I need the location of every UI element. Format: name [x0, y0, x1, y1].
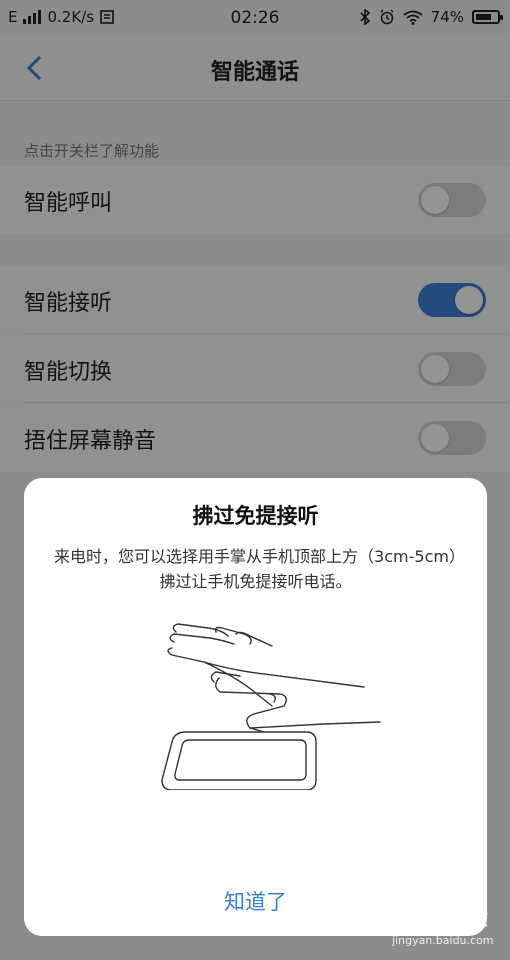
- watermark-logo: Bai 经验: [392, 906, 489, 931]
- watermark-url: jingyan.baidu.com: [392, 934, 494, 947]
- watermark: Bai 经验 jingyan.baidu.com: [392, 900, 502, 950]
- gesture-dialog: 拂过免提接听 来电时，您可以选择用手掌从手机顶部上方（3cm-5cm）拂过让手机…: [24, 478, 487, 936]
- settings-screen: E 0.2K/s 02:26 74% 智能通话 点击开关栏了解功能 智能呼叫 智…: [0, 0, 510, 960]
- dialog-title: 拂过免提接听: [192, 504, 319, 528]
- hand-wave-illustration: [161, 623, 381, 790]
- dialog-description: 来电时，您可以选择用手掌从手机顶部上方（3cm-5cm）拂过让手机免提接听电话。: [54, 547, 457, 591]
